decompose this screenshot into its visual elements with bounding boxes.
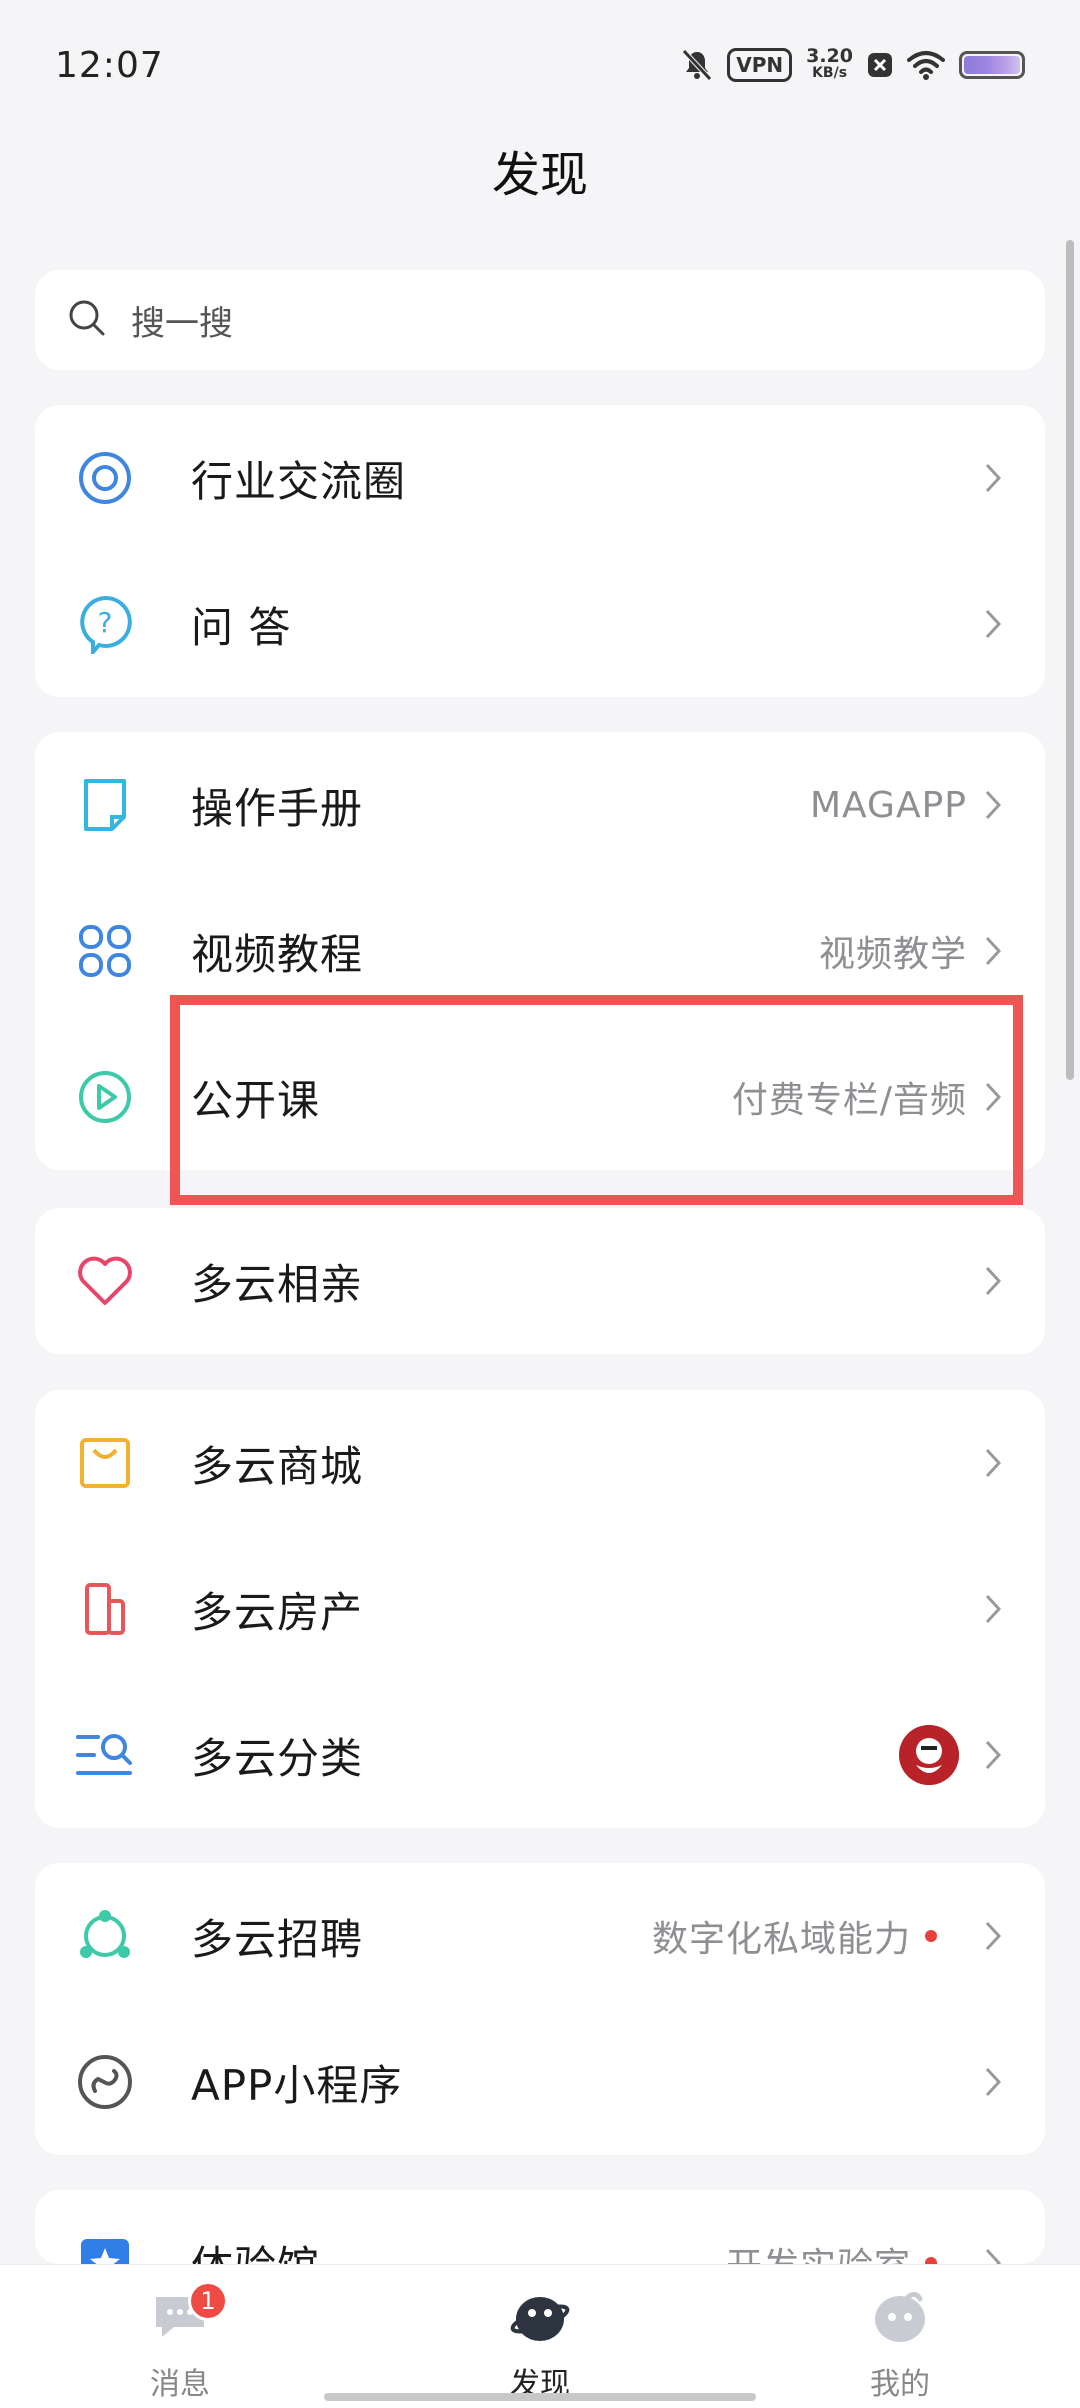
status-icons: VPN 3.20 KB/s	[681, 45, 1025, 82]
menu-item-label: 公开课	[191, 1075, 321, 1125]
chevron-right-icon	[981, 1591, 1005, 1627]
menu-item-label: 体验馆	[191, 2233, 726, 2265]
question-bubble-icon: ?	[75, 594, 135, 654]
tab-label: 我的	[870, 2367, 930, 2402]
svg-text:?: ?	[98, 606, 113, 639]
menu-item-manual[interactable]: 操作手册 MAGAPP	[35, 732, 1045, 878]
menu-item-experience-hall[interactable]: 体验馆 开发实验室	[35, 2190, 1045, 2264]
profile-face-icon	[870, 2289, 930, 2349]
unread-badge: 1	[188, 2281, 228, 2321]
menu-item-label: 视频教程	[191, 929, 364, 979]
chevron-right-icon	[981, 1918, 1005, 1954]
menu-item-label: 操作手册	[191, 783, 364, 833]
menu-item-qa[interactable]: ? 问 答	[35, 551, 1045, 697]
menu-item-video-tutorial[interactable]: 视频教程 视频教学	[35, 878, 1045, 1024]
note-icon	[75, 775, 135, 835]
status-time: 12:07	[55, 44, 164, 86]
chevron-right-icon	[981, 1263, 1005, 1299]
chevron-right-icon	[981, 933, 1005, 969]
circle-target-icon	[75, 448, 135, 508]
network-speed: 3.20 KB/s	[806, 45, 853, 82]
shopping-bag-icon	[75, 1433, 135, 1493]
home-indicator[interactable]	[324, 2393, 756, 2401]
red-dot-indicator	[925, 2257, 937, 2264]
vpn-icon: VPN	[727, 48, 793, 82]
menu-item-industry-circle[interactable]: 行业交流圈	[35, 405, 1045, 551]
chevron-right-icon	[981, 2245, 1005, 2264]
menu-item-label: 行业交流圈	[191, 456, 407, 506]
network-icon	[75, 1906, 135, 1966]
speed-unit: KB/s	[812, 65, 848, 81]
planet-icon	[510, 2289, 570, 2349]
grid-clover-icon	[75, 921, 135, 981]
star-square-icon	[75, 2233, 135, 2264]
menu-item-label: 多云房产	[191, 1587, 364, 1637]
menu-item-hint: 开发实验室	[726, 2237, 911, 2264]
kfc-avatar	[899, 1725, 959, 1785]
building-icon	[75, 1579, 135, 1639]
menu-item-real-estate[interactable]: 多云房产	[35, 1536, 1045, 1682]
menu-group-services: 多云商城 多云房产 多云分类	[35, 1390, 1045, 1828]
menu-item-label: 多云分类	[191, 1733, 364, 1783]
page-title: 发现	[491, 147, 588, 203]
menu-item-hint: 数字化私域能力	[651, 1919, 911, 1960]
red-dot-indicator	[925, 1930, 937, 1942]
chevron-right-icon	[981, 460, 1005, 496]
search-input[interactable]: 搜一搜	[35, 270, 1045, 370]
bell-muted-icon	[681, 48, 713, 82]
tab-profile[interactable]: 我的	[720, 2265, 1080, 2408]
menu-group-community: 行业交流圈 ? 问 答	[35, 405, 1045, 697]
play-circle-icon	[75, 1067, 135, 1127]
link-circle-icon	[75, 2052, 135, 2112]
heart-icon	[75, 1251, 135, 1311]
menu-item-hint: 视频教学	[818, 934, 967, 975]
status-bar: 12:07 VPN 3.20 KB/s	[0, 0, 1080, 130]
chevron-right-icon	[981, 1737, 1005, 1773]
wifi-icon	[907, 50, 945, 80]
menu-item-open-course[interactable]: 公开课 付费专栏/音频	[35, 1024, 1045, 1170]
menu-item-hint: MAGAPP	[810, 784, 967, 826]
menu-group-experience: 体验馆 开发实验室	[35, 2190, 1045, 2264]
menu-group-dating: 多云相亲	[35, 1208, 1045, 1354]
menu-item-recruitment[interactable]: 多云招聘 数字化私域能力	[35, 1863, 1045, 2009]
menu-item-hint: 付费专栏/音频	[731, 1080, 967, 1121]
chevron-right-icon	[981, 1445, 1005, 1481]
menu-group-apps: 多云招聘 数字化私域能力 APP小程序	[35, 1863, 1045, 2155]
menu-group-tutorials: 操作手册 MAGAPP 视频教程 视频教学 公开课 付费专栏/音频	[35, 732, 1045, 1170]
chevron-right-icon	[981, 606, 1005, 642]
search-icon	[67, 298, 107, 342]
chevron-right-icon	[981, 1079, 1005, 1115]
chevron-right-icon	[981, 787, 1005, 823]
tab-messages[interactable]: 1 消息	[0, 2265, 360, 2408]
menu-item-mini-program[interactable]: APP小程序	[35, 2009, 1045, 2155]
list-search-icon	[75, 1725, 135, 1785]
menu-item-label: 多云招聘	[191, 1914, 364, 1964]
menu-item-classifieds[interactable]: 多云分类	[35, 1682, 1045, 1828]
chevron-right-icon	[981, 2064, 1005, 2100]
menu-item-label: 多云相亲	[191, 1259, 364, 1309]
battery-icon	[959, 51, 1025, 79]
menu-item-mall[interactable]: 多云商城	[35, 1390, 1045, 1536]
tab-label: 消息	[150, 2367, 210, 2402]
scrollbar[interactable]	[1066, 240, 1074, 1080]
tab-discover[interactable]: 发现	[360, 2265, 720, 2408]
search-placeholder: 搜一搜	[131, 303, 233, 344]
menu-item-label: 问 答	[191, 602, 292, 652]
speed-value: 3.20	[806, 45, 853, 67]
menu-item-dating[interactable]: 多云相亲	[35, 1208, 1045, 1354]
bottom-tab-bar: 1 消息 发现 我的	[0, 2264, 1080, 2408]
menu-item-label: 多云商城	[191, 1441, 364, 1491]
menu-item-label: APP小程序	[191, 2060, 403, 2110]
close-box-icon	[867, 52, 893, 78]
